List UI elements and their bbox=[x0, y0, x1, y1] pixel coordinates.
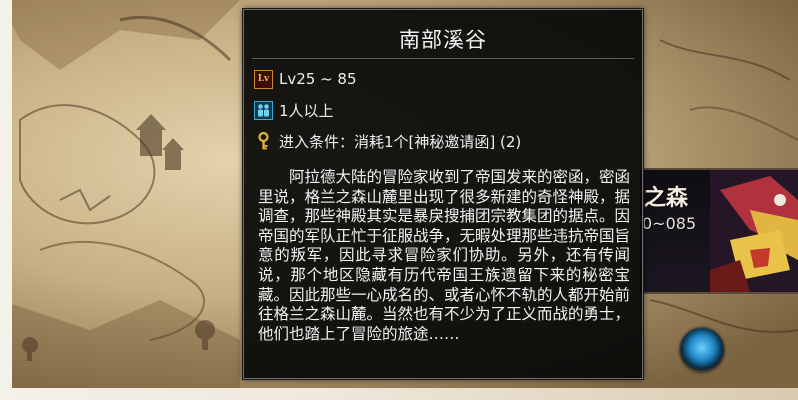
party-size-text: 1人以上 bbox=[279, 101, 334, 120]
level-range-text: Lv25 ~ 85 bbox=[279, 70, 357, 88]
screen-edge bbox=[0, 0, 12, 400]
party-size-row: 1人以上 bbox=[254, 99, 334, 121]
level-range-row: Lv Lv25 ~ 85 bbox=[254, 68, 357, 90]
party-members-icon bbox=[254, 100, 273, 120]
dungeon-art-image bbox=[710, 170, 798, 292]
map-orb-button[interactable] bbox=[680, 328, 724, 372]
level-badge-icon: Lv bbox=[254, 69, 273, 89]
entry-condition-text: 进入条件：消耗1个[神秘邀请函] (2) bbox=[279, 132, 522, 151]
dungeon-title: 南部溪谷 bbox=[399, 28, 487, 52]
dungeon-description: 阿拉德大陆的冒险家收到了帝国发来的密函，密函里说，格兰之森山麓里出现了很多新建的… bbox=[258, 168, 631, 343]
dungeon-node-level: 0~085 bbox=[642, 214, 697, 233]
game-screen: 之森 0~085 南部溪谷 Lv Lv25 ~ 85 1人以上 进入条件：消耗1… bbox=[0, 0, 798, 400]
dungeon-node-title: 之森 bbox=[644, 186, 689, 211]
dungeon-tooltip: 南部溪谷 Lv Lv25 ~ 85 1人以上 进入条件：消耗1个[神秘邀请函] … bbox=[243, 9, 643, 379]
title-divider bbox=[252, 58, 634, 59]
dungeon-node-card[interactable]: 之森 0~085 bbox=[640, 168, 798, 294]
key-icon bbox=[254, 131, 273, 151]
entry-condition-row: 进入条件：消耗1个[神秘邀请函] (2) bbox=[254, 130, 521, 152]
screen-bottom-edge bbox=[0, 388, 798, 400]
